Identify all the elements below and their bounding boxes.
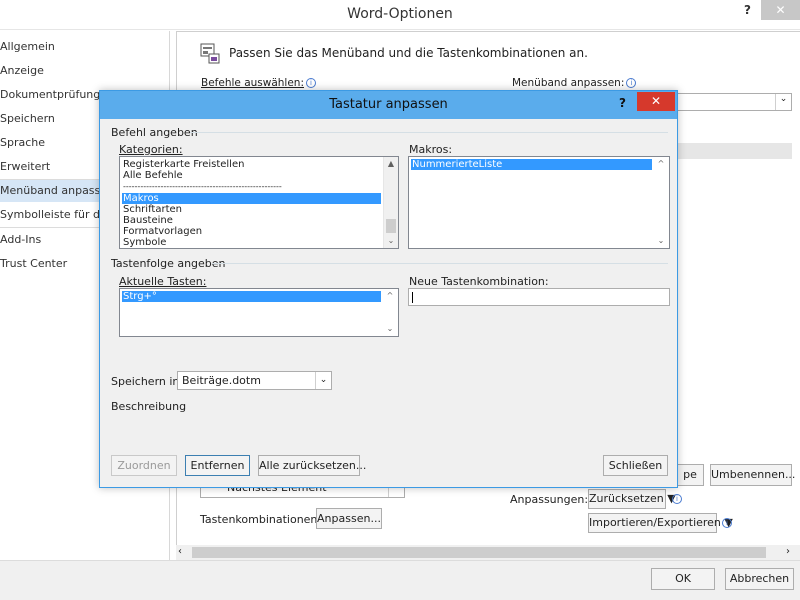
current-keys-listbox[interactable]: Strg+° ^ ⌄ — [119, 288, 399, 337]
import-export-button[interactable]: Importieren/Exportieren ▼ — [588, 513, 733, 533]
sidebar-item-display[interactable]: Anzeige — [0, 60, 169, 82]
customize-ribbon-icon — [200, 42, 220, 64]
dialog-titlebar: Tastatur anpassen ? ✕ — [100, 91, 677, 119]
list-item[interactable]: Formatvorlagen — [122, 226, 381, 237]
list-item-selected[interactable]: Strg+° — [122, 291, 381, 302]
customize-ribbon-label: Menüband anpassen: i — [512, 77, 637, 89]
info-icon: i — [626, 78, 637, 88]
macros-listbox[interactable]: NummerierteListe ^ ⌄ — [408, 156, 670, 249]
macros-scrollbar[interactable]: ^ ⌄ — [654, 157, 669, 248]
content-horizontal-scrollbar[interactable]: ‹ › — [176, 545, 800, 560]
scrollbar-thumb[interactable] — [386, 219, 396, 233]
new-shortcut-input[interactable] — [408, 288, 670, 306]
window-close-button[interactable]: ✕ — [761, 0, 800, 20]
scroll-up-icon[interactable]: ▲ — [384, 157, 398, 171]
new-group-button[interactable]: pe — [676, 464, 704, 486]
list-item[interactable]: Schriftarten — [122, 204, 381, 215]
save-in-dropdown[interactable]: Beiträge.dotm ⌄ — [177, 371, 332, 390]
description-label: Beschreibung — [111, 400, 187, 413]
window-titlebar: Word-Optionen ? ✕ — [0, 0, 800, 30]
rename-button[interactable]: Umbenennen... — [710, 464, 795, 486]
section-keys-label: Tastenfolge angeben — [111, 257, 226, 270]
divider — [190, 132, 668, 133]
new-shortcut-label: Neue Tastenkombination: — [409, 275, 549, 288]
scroll-right-icon[interactable]: › — [786, 546, 790, 557]
categories-scrollbar[interactable]: ▲ ⌄ — [383, 157, 398, 248]
current-keys-label: Aktuelle Tasten: — [119, 275, 207, 288]
current-keys-scrollbar[interactable]: ^ ⌄ — [383, 289, 398, 336]
text-caret — [412, 292, 413, 303]
list-item[interactable]: Alle Befehle — [122, 170, 381, 181]
chevron-down-icon: ⌄ — [315, 372, 331, 389]
section-commands-label: Befehl angeben — [111, 126, 198, 139]
list-separator: ----------------------------------------… — [123, 182, 282, 191]
keyboard-shortcuts-label: Tastenkombinationen: — [200, 513, 322, 526]
remove-button[interactable]: Entfernen — [185, 455, 250, 476]
save-in-value: Beiträge.dotm — [182, 374, 261, 387]
reset-dropdown-button[interactable]: Zurücksetzen ▼ — [588, 489, 676, 509]
customize-shortcuts-button[interactable]: Anpassen... — [316, 508, 382, 529]
info-icon: i — [306, 78, 316, 88]
ok-button[interactable]: OK — [651, 568, 715, 590]
reset-all-button[interactable]: Alle zurücksetzen... — [258, 455, 366, 476]
dialog-close-button[interactable]: ✕ — [637, 92, 675, 111]
list-item[interactable]: Symbole — [122, 237, 381, 248]
ribbon-tree-selection — [678, 143, 792, 159]
scroll-down-icon[interactable]: ⌄ — [384, 234, 398, 248]
help-icon[interactable]: ? — [744, 3, 751, 17]
info-icon: i — [722, 518, 732, 528]
dialog-title: Tastatur anpassen — [329, 97, 448, 112]
list-item-selected[interactable]: Makros — [122, 193, 381, 204]
info-icon: i — [672, 494, 682, 504]
ribbon-tabs-dropdown[interactable]: ⌄ — [676, 93, 792, 111]
sidebar-item-general[interactable]: Allgemein — [0, 36, 169, 58]
ribbon-header-text: Passen Sie das Menüband und die Tastenko… — [229, 46, 588, 60]
window-title: Word-Optionen — [347, 6, 453, 22]
scroll-down-icon[interactable]: ⌄ — [383, 322, 397, 336]
scroll-up-icon[interactable]: ^ — [383, 289, 397, 303]
chevron-down-icon: ⌄ — [775, 94, 791, 110]
scroll-down-icon[interactable]: ⌄ — [654, 234, 668, 248]
categories-listbox[interactable]: Registerkarte Freistellen Alle Befehle -… — [119, 156, 399, 249]
scroll-up-icon[interactable]: ^ — [654, 157, 668, 171]
close-button[interactable]: Schließen — [603, 455, 668, 476]
cancel-button[interactable]: Abbrechen — [725, 568, 794, 590]
list-item[interactable]: Registerkarte Freistellen — [122, 159, 381, 170]
scrollbar-thumb[interactable] — [192, 547, 766, 558]
list-item-selected[interactable]: NummerierteListe — [411, 159, 652, 170]
customizations-label: Anpassungen: — [510, 493, 589, 506]
save-in-label: Speichern in: — [111, 375, 184, 388]
customize-ribbon-text: Menüband anpassen: — [512, 77, 625, 89]
macros-label: Makros: — [409, 143, 453, 156]
scroll-left-icon[interactable]: ‹ — [178, 546, 182, 557]
assign-button[interactable]: Zuordnen — [111, 455, 177, 476]
customize-keyboard-dialog: Tastatur anpassen ? ✕ Befehl angeben Kat… — [99, 90, 678, 488]
choose-commands-text: Befehle auswählen: — [201, 77, 304, 89]
categories-label: Kategorien: — [119, 143, 183, 156]
help-icon[interactable]: ? — [619, 96, 626, 110]
footer-bar: OK Abbrechen — [0, 560, 800, 600]
choose-commands-label: Befehle auswählen: i — [201, 77, 316, 89]
list-item[interactable]: Bausteine — [122, 215, 381, 226]
divider — [212, 263, 668, 264]
